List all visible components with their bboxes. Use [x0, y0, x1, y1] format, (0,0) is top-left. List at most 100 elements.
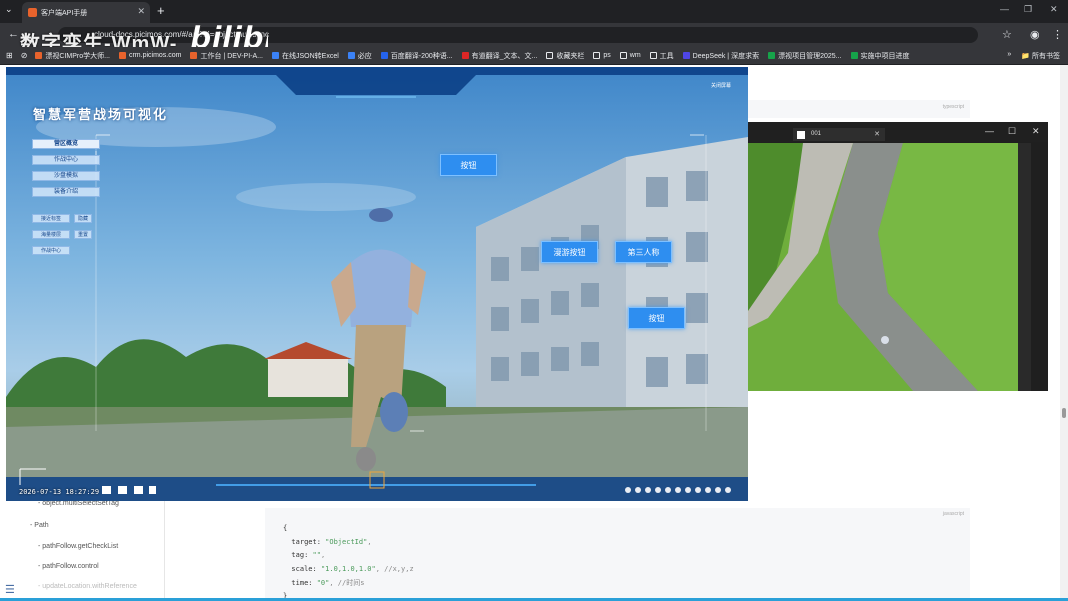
bookmark-label: 必应: [357, 52, 372, 60]
sub-label-tags[interactable]: 接近标签: [32, 214, 70, 223]
bookmark-list: 漂视CIMPro学大师... crm.picimos.com 工作台 | DEV-P…: [35, 51, 910, 61]
globe-icon[interactable]: ⊘: [21, 51, 28, 60]
preview-viewport[interactable]: [748, 143, 1031, 391]
preview-window[interactable]: 001 ✕ — ☐ ✕: [748, 122, 1048, 391]
code-value: "0": [316, 579, 330, 587]
code-value: "ObjectId": [325, 537, 368, 546]
game-viewport[interactable]: 智慧军营战场可视化 关闭屏幕 营区概览 作战中心 沙盘模拟 装备介绍 接近标签 …: [6, 67, 748, 501]
close-window-icon[interactable]: ✕: [1050, 4, 1058, 15]
maximize-icon[interactable]: ☐: [1008, 126, 1016, 137]
favicon-icon: [28, 8, 37, 17]
bookmark-icon: [35, 52, 43, 59]
bookmark-item[interactable]: 百度翻译-200种语...: [380, 51, 453, 61]
back-icon[interactable]: ←: [8, 28, 19, 40]
window-tab[interactable]: 001 ✕: [793, 128, 885, 141]
sub-label-floors[interactable]: 海量楼层: [32, 230, 70, 239]
bookmark-label: ps: [603, 52, 611, 59]
bookmark-label: 百度翻译-200种语...: [390, 52, 453, 60]
bookmark-icon: [190, 52, 198, 59]
minimize-icon[interactable]: —: [1000, 4, 1009, 14]
close-tab-icon[interactable]: ✕: [137, 6, 145, 17]
page-scrollbar[interactable]: [1060, 65, 1068, 601]
bookmarks-bar: ⊞ ⊘ 漂视CIMPro学大师... crm.picimos.com 工作台 | D…: [0, 47, 1068, 65]
new-tab-icon[interactable]: +: [157, 3, 165, 18]
bookmark-item[interactable]: 工作台 | DEV-PI-A...: [190, 51, 263, 61]
bookmark-item[interactable]: crm.picimos.com: [118, 51, 181, 61]
bookmark-item[interactable]: 在线JSON转Excel: [271, 51, 339, 61]
bookmark-item[interactable]: 必应: [347, 51, 372, 61]
folder-icon: [619, 52, 627, 59]
minimize-icon[interactable]: —: [985, 126, 994, 136]
more-icon[interactable]: ⋮: [1052, 28, 1063, 41]
menu-sandbox[interactable]: 沙盘模拟: [32, 171, 100, 181]
code-key: tag:: [283, 551, 313, 559]
sidebar-item[interactable]: - pathFollow.getCheckList: [38, 543, 118, 550]
sidebar-group-path[interactable]: - Path: [30, 522, 49, 529]
code-line: tag: "",: [283, 551, 325, 559]
scene-timestamp: 2026-07-13 18:27:29: [19, 488, 100, 496]
bookmark-icon: [380, 52, 388, 59]
bookmark-label: 工具: [659, 52, 674, 60]
bookmark-item[interactable]: 实施中项目进度: [850, 51, 910, 61]
sidebar-item[interactable]: - updateLocation.withReference: [38, 583, 137, 590]
third-person-button[interactable]: 第三人称: [615, 241, 672, 263]
bookmark-item[interactable]: 收藏夹栏: [546, 51, 584, 61]
bookmark-label: DeepSeek | 深度求索: [692, 52, 760, 60]
menu-equipment[interactable]: 装备介绍: [32, 187, 100, 197]
menu-icon[interactable]: ☰: [5, 583, 15, 596]
roam-button[interactable]: 漫游按钮: [541, 241, 598, 263]
scrollbar-thumb[interactable]: [1062, 408, 1066, 418]
close-tab-icon[interactable]: ✕: [874, 128, 880, 141]
close-screen-button[interactable]: 关闭屏幕: [711, 82, 731, 89]
code-line: time: "0", //时间s: [283, 578, 364, 588]
bookmark-label: 收藏夹栏: [556, 52, 585, 60]
browser-tab[interactable]: 客户端API手册 ✕: [22, 2, 150, 23]
sidebar-item[interactable]: - pathFollow.control: [38, 563, 99, 570]
all-bookmarks-label: 所有书签: [1032, 53, 1060, 60]
bookmark-item[interactable]: 工具: [649, 51, 674, 61]
hud-top-bar: [6, 67, 748, 95]
browser-tab-bar: ⌄ 客户端API手册 ✕ + — ❐ ✕: [0, 0, 1068, 23]
bookmark-icon: [850, 52, 858, 59]
code-comment: ,: [367, 537, 372, 546]
player-marker: [881, 336, 889, 344]
scene-title: 智慧军营战场可视化: [33, 107, 169, 122]
bookmark-item[interactable]: 有道翻译_文本、文...: [461, 51, 538, 61]
sub-label-combat[interactable]: 作战中心: [32, 246, 70, 255]
bookmark-label: 在线JSON转Excel: [281, 52, 339, 60]
code-line: scale: "1.0,1.0,1.0", //x,y,z: [283, 564, 413, 573]
more-bookmarks-icon[interactable]: »: [1007, 51, 1011, 61]
reset-button[interactable]: 重置: [74, 230, 92, 239]
code-comment: , //时间s: [329, 579, 365, 587]
bookmark-item[interactable]: 漂视CIMPro学大师...: [35, 51, 110, 61]
sidebar-item-label: Path: [34, 522, 49, 529]
hide-button[interactable]: 隐藏: [74, 214, 92, 223]
bookmark-label: 漂视项目管理2025...: [778, 52, 842, 60]
bookmark-item[interactable]: DeepSeek | 深度求索: [682, 51, 760, 61]
action-button-2[interactable]: 按钮: [628, 307, 685, 329]
apps-icon[interactable]: ⊞: [6, 51, 13, 60]
menu-combat-center[interactable]: 作战中心: [32, 155, 100, 165]
code-value: "1.0,1.0,1.0": [320, 564, 376, 573]
sidebar-item[interactable]: - object.multiSelectSetTag: [38, 500, 119, 507]
bookmark-label: 有道翻译_文本、文...: [471, 52, 538, 60]
code-line: target: "ObjectId",: [283, 537, 372, 546]
all-bookmarks[interactable]: 📁 所有书签: [1021, 51, 1060, 61]
folder-icon: [593, 52, 601, 59]
tab-search-icon[interactable]: ⌄: [5, 4, 13, 15]
bookmark-icon: [461, 52, 469, 59]
profile-icon[interactable]: ◉: [1030, 28, 1040, 41]
action-button-1[interactable]: 按钮: [440, 154, 497, 176]
bookmark-item[interactable]: wm: [619, 51, 641, 61]
code-key: scale:: [283, 564, 321, 573]
menu-camp-overview[interactable]: 营区概览: [32, 139, 100, 149]
bookmark-item[interactable]: 漂视项目管理2025...: [768, 51, 842, 61]
restore-icon[interactable]: ❐: [1024, 4, 1032, 15]
cloud: [236, 183, 416, 211]
bookmark-label: 漂视CIMPro学大师...: [45, 52, 110, 60]
star-icon[interactable]: ☆: [1002, 28, 1012, 41]
close-window-icon[interactable]: ✕: [1032, 126, 1040, 137]
code-brace: {: [283, 524, 288, 532]
bookmark-item[interactable]: ps: [593, 51, 611, 61]
docs-sidebar: - object.multiSelectSetTag - Path - pathFo…: [0, 500, 165, 601]
